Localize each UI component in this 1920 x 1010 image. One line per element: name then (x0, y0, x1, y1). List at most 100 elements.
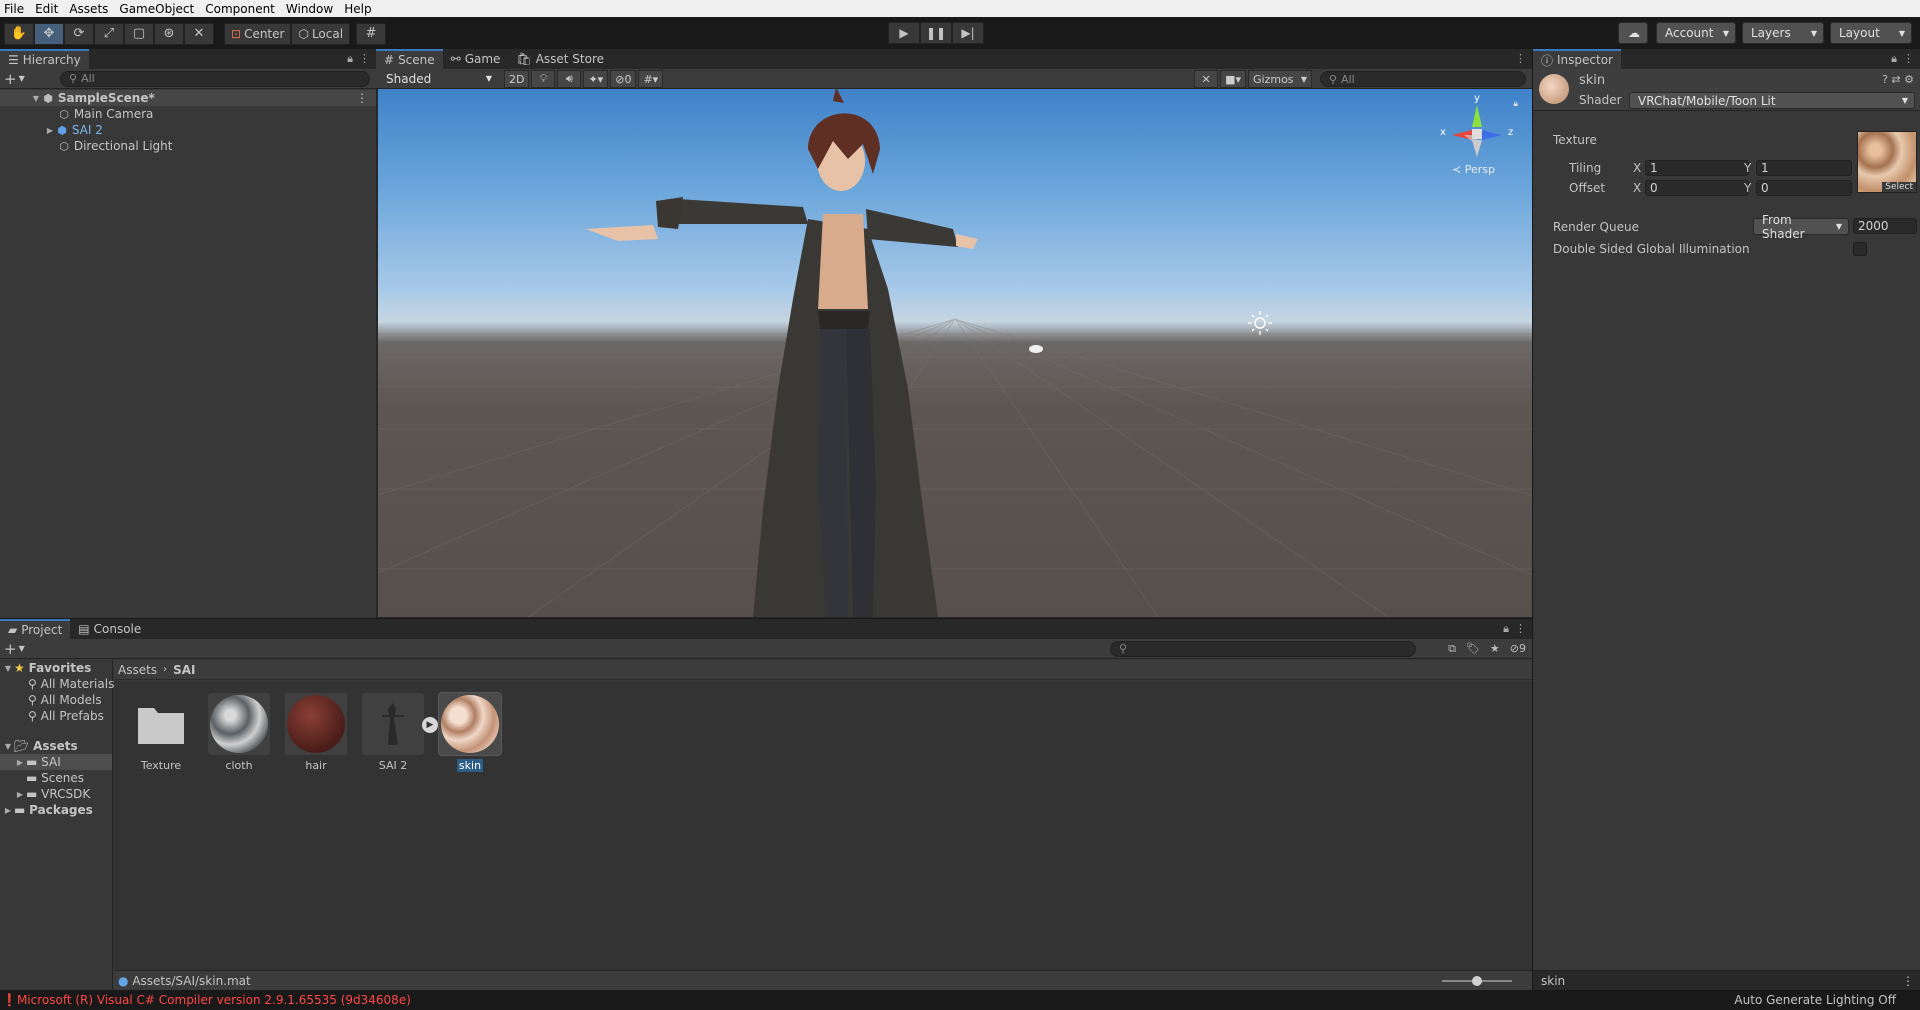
custom-tool-icon[interactable]: ✕ (184, 22, 214, 45)
tab-asset-store[interactable]: 🛍︎ Asset Store (508, 49, 612, 69)
scene-search-input[interactable]: ⚲ All (1320, 71, 1526, 87)
kebab-menu-icon[interactable]: ⋮ (356, 91, 368, 105)
camera-settings-icon[interactable]: ■▾ (1220, 70, 1246, 88)
grid-snap-icon[interactable]: # (356, 22, 387, 45)
rect-tool-icon[interactable]: ▢ (124, 22, 154, 45)
lighting-toggle-icon[interactable]: 💡︎ (531, 70, 556, 88)
tab-game[interactable]: ⚯ Game (443, 49, 509, 69)
lock-icon[interactable]: 🔒︎ (1503, 622, 1509, 636)
filter-by-type-icon[interactable]: ⧉ (1448, 642, 1456, 656)
offset-x-field[interactable]: 0 (1645, 180, 1749, 196)
tab-project[interactable]: ▰ Project (0, 619, 71, 639)
transform-tool-icon[interactable]: ⊛ (154, 22, 184, 45)
texture-select-button[interactable]: Select (1882, 182, 1916, 192)
layers-dropdown[interactable]: Layers ▼ (1742, 22, 1824, 44)
account-dropdown[interactable]: Account ▼ (1656, 22, 1736, 44)
offset-y-field[interactable]: 0 (1756, 180, 1852, 196)
expand-arrow-icon[interactable]: ▶ (14, 758, 26, 767)
step-button[interactable]: ▶| (952, 22, 984, 44)
collab-button[interactable]: ☁ (1618, 22, 1648, 44)
hidden-packages-button[interactable]: ⊘9 (1510, 642, 1526, 656)
move-tool-icon[interactable]: ✥ (34, 22, 64, 45)
hidden-objects-button[interactable]: ⊘ 0 (610, 70, 637, 88)
packages-row[interactable]: ▶ ▬ Packages (0, 802, 112, 818)
dsgi-checkbox[interactable] (1853, 242, 1867, 256)
menu-file[interactable]: File (0, 2, 31, 16)
render-queue-dropdown[interactable]: From Shader ▼ (1753, 213, 1849, 241)
folder-item-sai[interactable]: ▶ ▬ SAI (0, 754, 112, 770)
tiling-x-field[interactable]: 1 (1645, 160, 1749, 176)
cloud-icon[interactable]: ☁ (1618, 22, 1648, 44)
audio-toggle-icon[interactable]: 🔊︎ (557, 70, 582, 88)
tab-hierarchy[interactable]: ☰ Hierarchy (0, 49, 89, 69)
expand-arrow-icon[interactable]: ▼ (30, 94, 42, 103)
tab-inspector[interactable]: ⓘ Inspector (1533, 49, 1621, 69)
orientation-gizmo[interactable]: y x z ≺ Persp 🔒︎ (1432, 93, 1522, 177)
tiling-y-field[interactable]: 1 (1756, 160, 1852, 176)
expand-arrow-icon[interactable]: ▶ (2, 806, 14, 815)
hierarchy-item-main-camera[interactable]: ⬡ Main Camera (0, 106, 376, 122)
texture-slot[interactable]: Select (1857, 131, 1917, 193)
project-search-input[interactable]: ⚲ (1110, 640, 1416, 657)
pause-button[interactable]: ❚❚ (920, 22, 952, 44)
favorite-item[interactable]: ⚲ All Prefabs (0, 708, 112, 724)
breadcrumb-sai[interactable]: SAI (173, 663, 195, 677)
lock-icon[interactable]: 🔒︎ (1513, 99, 1518, 109)
rotate-tool-icon[interactable]: ⟳ (64, 22, 94, 45)
effects-toggle-icon[interactable]: ✦▾ (583, 70, 609, 88)
asset-sai2-prefab[interactable]: SAI 2 ▶ (362, 693, 438, 772)
menu-component[interactable]: Component (201, 2, 282, 16)
favorite-item[interactable]: ⚲ All Materials (0, 676, 114, 692)
add-icon[interactable]: + (4, 640, 17, 658)
grid-toggle-icon[interactable]: #▾ (638, 70, 664, 88)
render-queue-field[interactable]: 2000 (1853, 218, 1917, 234)
layout-dropdown[interactable]: Layout ▼ (1830, 22, 1912, 44)
kebab-menu-icon[interactable]: ⋮ (1515, 622, 1526, 636)
material-options-icons[interactable]: ? ⇄ ⚙ (1882, 73, 1914, 86)
gizmos-dropdown[interactable]: Gizmos ▼ (1248, 70, 1312, 88)
filter-by-label-icon[interactable]: 🏷︎ (1466, 642, 1480, 656)
asset-skin[interactable]: skin (438, 692, 502, 772)
scale-tool-icon[interactable]: ⤢ (94, 22, 124, 45)
lock-icon[interactable]: 🔒︎ (347, 52, 353, 66)
kebab-menu-icon[interactable]: ⋮ (1902, 974, 1914, 988)
asset-texture-folder[interactable]: Texture (130, 693, 192, 772)
expand-arrow-icon[interactable]: ▶ (14, 790, 26, 799)
thumbnail-size-slider[interactable] (1442, 976, 1512, 986)
asset-cloth[interactable]: cloth (208, 693, 270, 772)
folder-item-vrcsdk[interactable]: ▶ ▬ VRCSDK (0, 786, 112, 802)
lock-icon[interactable]: 🔒︎ (1891, 52, 1897, 66)
tab-scene[interactable]: # Scene (376, 49, 443, 69)
menu-window[interactable]: Window (282, 2, 340, 16)
asset-hair[interactable]: hair (285, 693, 347, 772)
projection-toggle[interactable]: ≺ Persp (1452, 163, 1495, 176)
kebab-menu-icon[interactable]: ⋮ (359, 52, 370, 66)
favorite-star-icon[interactable]: ★ (1490, 642, 1500, 656)
shading-mode-dropdown[interactable]: Shaded ▼ (378, 69, 498, 88)
menu-help[interactable]: Help (340, 2, 378, 16)
mode-2d-button[interactable]: 2D (504, 70, 530, 88)
kebab-menu-icon[interactable]: ⋮ (1515, 52, 1526, 65)
scene-viewport[interactable]: y x z ≺ Persp 🔒︎ (378, 89, 1532, 617)
expand-arrow-icon[interactable]: ▼ (2, 742, 14, 751)
favorites-row[interactable]: ▼ ★ Favorites (0, 660, 112, 676)
chevron-down-icon[interactable]: ▼ (19, 74, 25, 83)
folder-item-scenes[interactable]: ▬ Scenes (0, 770, 112, 786)
menu-edit[interactable]: Edit (31, 2, 65, 16)
pivot-local-button[interactable]: ⬡ Local (291, 22, 351, 45)
status-error-message[interactable]: Microsoft (R) Visual C# Compiler version… (17, 993, 411, 1007)
chevron-down-icon[interactable]: ▼ (19, 644, 25, 653)
menu-assets[interactable]: Assets (65, 2, 115, 16)
lighting-status[interactable]: Auto Generate Lighting Off (1734, 993, 1896, 1007)
hierarchy-search-input[interactable]: ⚲ All (60, 70, 370, 87)
character-model[interactable] (378, 89, 1532, 617)
error-icon[interactable]: ❗ (2, 993, 17, 1007)
menu-gameobject[interactable]: GameObject (115, 2, 201, 16)
expand-arrow-icon[interactable]: ▶ (44, 126, 56, 135)
favorite-item[interactable]: ⚲ All Models (0, 692, 112, 708)
assets-root-row[interactable]: ▼ 📂︎ Assets (0, 738, 112, 754)
scene-row[interactable]: ▼ ⬢ SampleScene* ⋮ (0, 90, 376, 106)
hierarchy-item-directional-light[interactable]: ⬡ Directional Light (0, 138, 376, 154)
add-icon[interactable]: + (4, 70, 17, 88)
slider-handle[interactable] (1472, 976, 1482, 986)
